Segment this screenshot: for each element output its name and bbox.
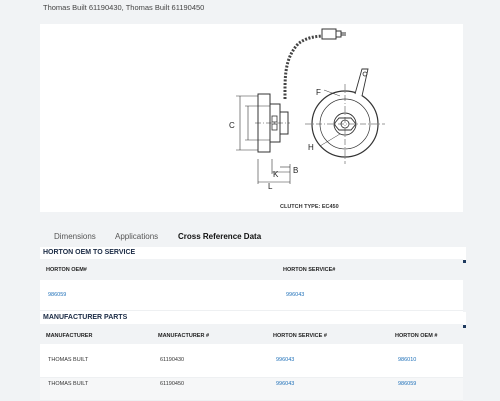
dim-label-c: C [229, 121, 235, 130]
link-horton-oem[interactable]: 986059 [48, 292, 66, 298]
manufacturer-name: THOMAS BUILT [48, 357, 89, 363]
column-header-horton-oem: HORTON OEM# [46, 267, 87, 273]
manufacturer-number: 61190450 [160, 381, 185, 387]
clutch-drawing: C F H K B L [229, 28, 385, 191]
dim-label-k: K [273, 170, 279, 179]
connector-tip [335, 30, 342, 38]
column-header-manufacturer: MANUFACTURER [46, 333, 93, 339]
dim-label-h: H [308, 143, 314, 152]
manufacturer-number: 61190430 [160, 357, 185, 363]
link-horton-oem[interactable]: 986010 [398, 357, 416, 363]
link-horton-service[interactable]: 996043 [286, 292, 304, 298]
column-header-horton-service-number: HORTON SERVICE # [273, 333, 327, 339]
table-row: 986059 996043 [40, 280, 463, 311]
figure-caption: CLUTCH TYPE: EC450 [280, 204, 339, 210]
link-horton-service[interactable]: 996043 [276, 357, 294, 363]
connector-plug [321, 28, 337, 40]
dim-label-l: L [268, 182, 273, 191]
breadcrumb: Thomas Built 61190430, Thomas Built 6119… [43, 3, 205, 12]
column-header-manufacturer-number: MANUFACTURER # [158, 333, 210, 339]
clutch-diagram: C F H K B L CLUTCH TYPE: EC450 [40, 24, 463, 214]
table-row: THOMAS BUILT 61190450 996043 986059 [40, 378, 463, 401]
front-view [305, 68, 385, 164]
column-header-horton-oem-number: HORTON OEM # [395, 333, 438, 339]
dim-label-b: B [293, 166, 298, 175]
dim-label-f: F [316, 88, 321, 97]
side-view [236, 93, 291, 184]
link-horton-service[interactable]: 996043 [276, 381, 294, 387]
product-panel: C F H K B L CLUTCH TYPE: EC450 Dimension… [40, 24, 466, 401]
link-horton-oem[interactable]: 986059 [398, 381, 416, 387]
column-header-horton-service: HORTON SERVICE# [283, 267, 336, 273]
manufacturer-name: THOMAS BUILT [48, 381, 89, 387]
table-row: THOMAS BUILT 61190430 996043 986010 [40, 344, 463, 378]
